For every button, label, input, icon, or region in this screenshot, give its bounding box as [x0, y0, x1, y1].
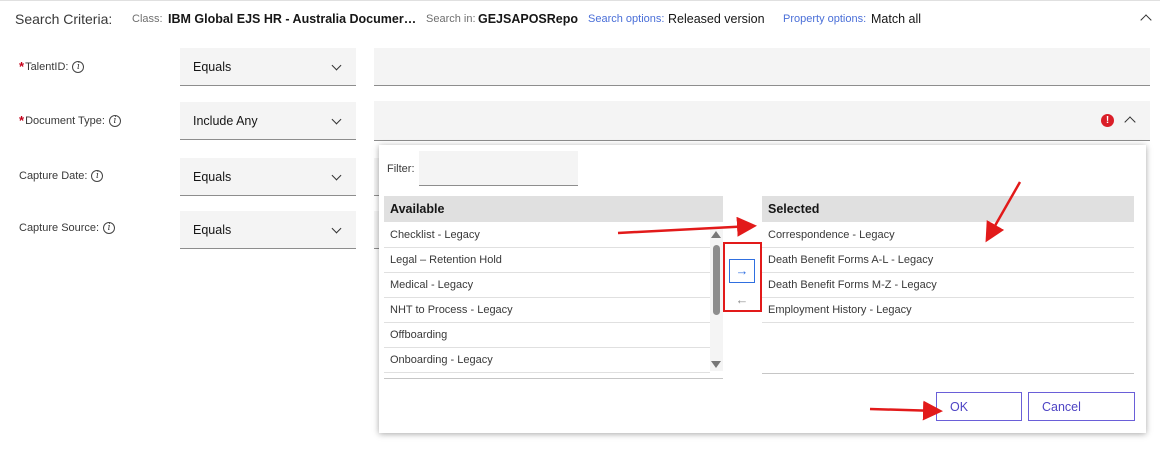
annotation-arrow-to-ok: [869, 400, 943, 421]
annotation-arrows: [617, 181, 1022, 421]
annotation-arrow-to-selected: [617, 216, 757, 237]
annotation-arrow-down-to-selected-list: [985, 181, 1022, 243]
